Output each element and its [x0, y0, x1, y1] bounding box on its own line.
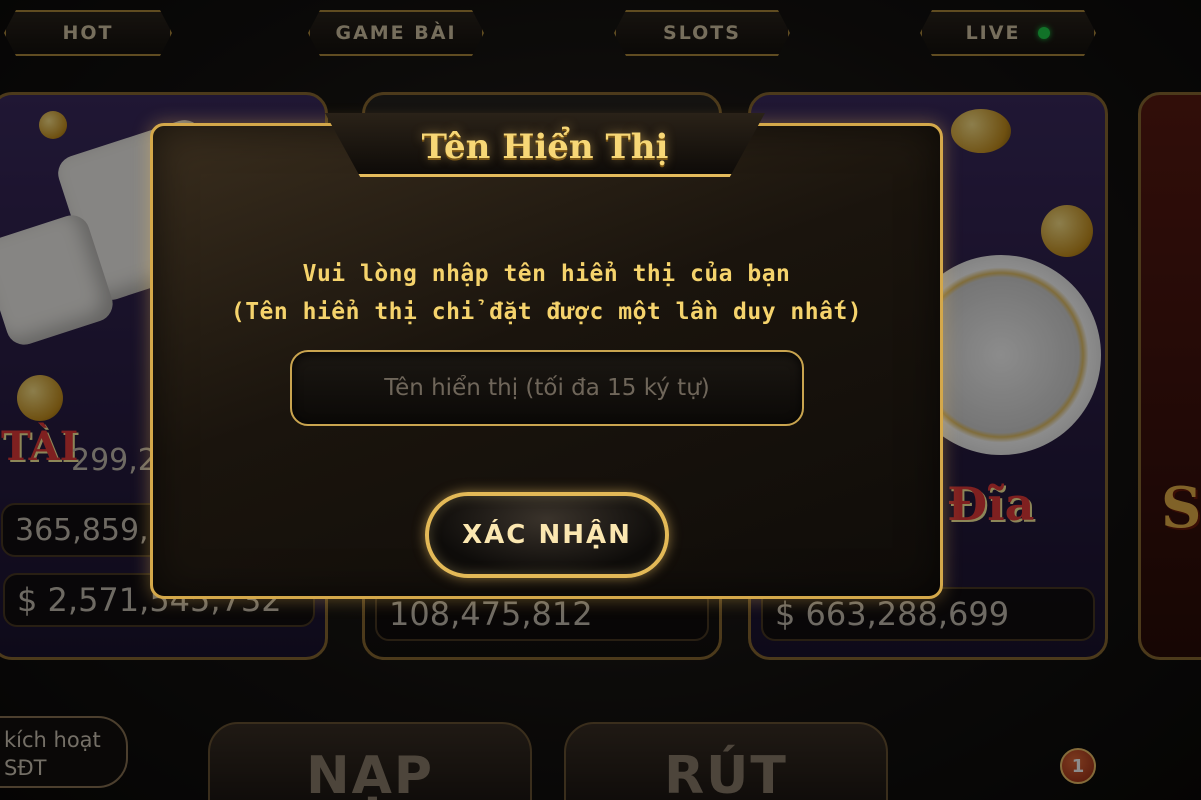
dialog-message-line2: (Tên hiển thị chỉ đặt được một lần duy n… [230, 299, 863, 325]
display-name-input[interactable] [292, 352, 802, 424]
display-name-field [290, 350, 804, 426]
confirm-label: XÁC NHẬN [462, 520, 632, 550]
confirm-button[interactable]: XÁC NHẬN [425, 492, 669, 578]
dialog-title: Tên Hiển Thị [421, 127, 669, 167]
display-name-dialog: Tên Hiển Thị Vui lòng nhập tên hiển thị … [150, 113, 943, 599]
dialog-message-line1: Vui lòng nhập tên hiển thị của bạn [302, 261, 791, 287]
